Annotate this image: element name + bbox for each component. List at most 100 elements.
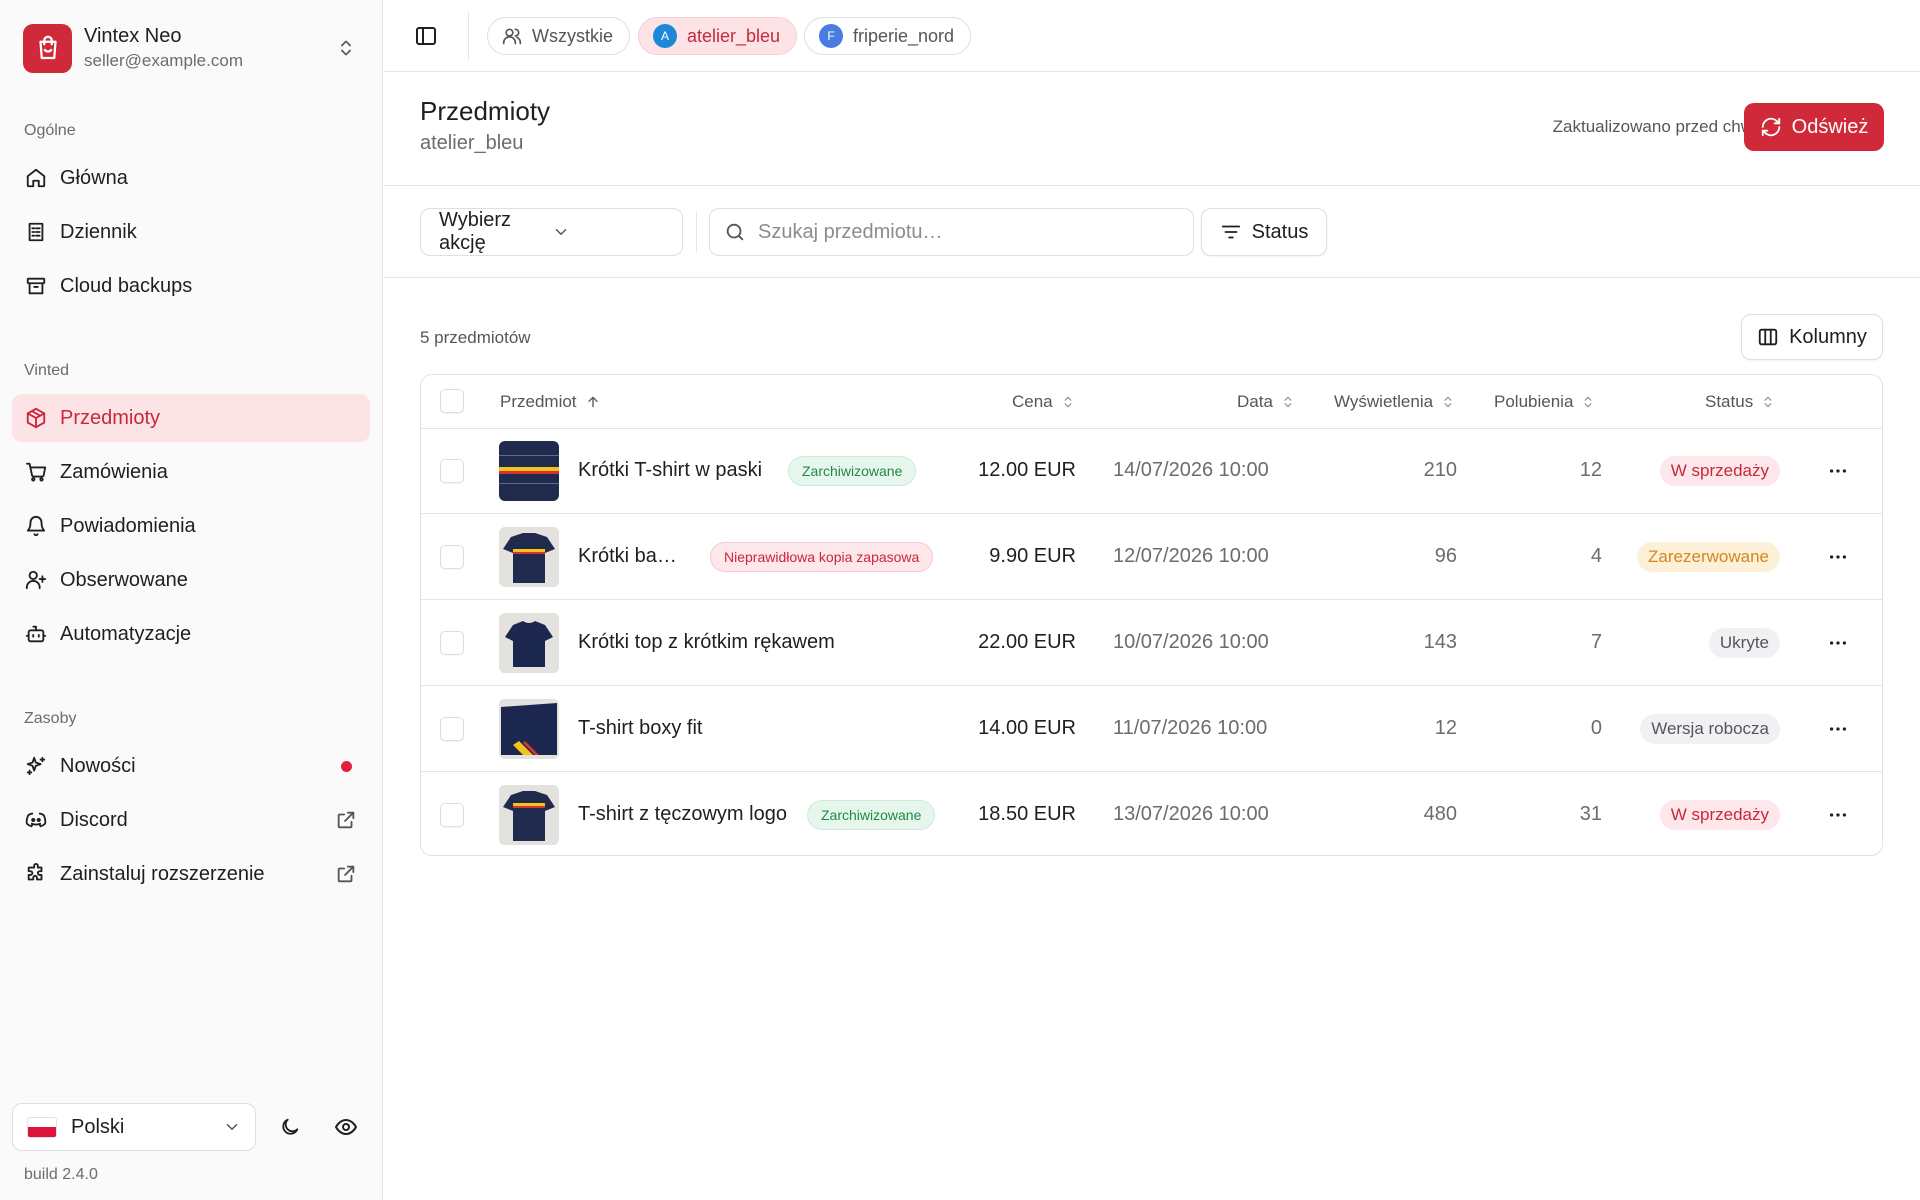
sidebar-item-label: Discord	[60, 808, 128, 831]
item-thumbnail	[499, 527, 559, 587]
language-select[interactable]: Polski	[12, 1103, 256, 1151]
column-header-likes[interactable]: Polubienia	[1494, 392, 1595, 412]
more-horizontal-icon	[1827, 804, 1849, 826]
sidebar-item-discord[interactable]: Discord	[12, 796, 370, 844]
refresh-icon	[1760, 116, 1782, 138]
sidebar-item-cloud-backups[interactable]: Cloud backups	[12, 262, 370, 310]
topbar: Wszystkie A atelier_bleu F friperie_nord	[384, 0, 1920, 72]
toolbar: Wybierz akcję Status	[384, 186, 1920, 278]
column-header-date[interactable]: Data	[1237, 392, 1295, 412]
chevrons-up-down-icon	[1761, 395, 1775, 409]
sidebar-item-install-extension[interactable]: Zainstaluj rozszerzenie	[12, 850, 370, 898]
privacy-toggle[interactable]	[326, 1107, 366, 1147]
refresh-button[interactable]: Odśwież	[1744, 103, 1884, 151]
table-row[interactable]: Krótki ba… Nieprawidłowa kopia zapasowa …	[421, 515, 1882, 600]
row-actions-button[interactable]	[1824, 543, 1852, 571]
search-input[interactable]	[758, 220, 1178, 244]
row-checkbox[interactable]	[440, 631, 464, 655]
table-row[interactable]: Krótki T-shirt w paski Zarchiwizowane 12…	[421, 429, 1882, 514]
item-views: 12	[1434, 717, 1457, 739]
sparkles-icon	[24, 754, 48, 778]
row-actions-button[interactable]	[1824, 801, 1852, 829]
chevrons-up-down-icon[interactable]	[331, 33, 361, 63]
table-row[interactable]: T-shirt boxy fit 14.00 EUR 11/07/2026 10…	[421, 687, 1882, 772]
brand-name: Vintex Neo	[84, 25, 182, 47]
moon-icon	[279, 1116, 301, 1138]
sidebar-item-label: Cloud backups	[60, 274, 193, 297]
sidebar-item-label: Automatyzacje	[60, 622, 192, 645]
external-link-icon	[334, 808, 358, 832]
brand-email: seller@example.com	[84, 51, 243, 70]
row-checkbox[interactable]	[440, 717, 464, 741]
account-chip-label: atelier_bleu	[687, 25, 781, 46]
account-switcher[interactable]: Vintex Neo seller@example.com	[23, 22, 361, 74]
row-checkbox[interactable]	[440, 459, 464, 483]
sidebar-item-news[interactable]: Nowości	[12, 742, 370, 790]
table-row[interactable]: Krótki top z krótkim rękawem 22.00 EUR 1…	[421, 601, 1882, 686]
column-header-views[interactable]: Wyświetlenia	[1334, 392, 1455, 412]
item-thumbnail	[499, 441, 559, 501]
sidebar-item-label: Nowości	[60, 754, 136, 777]
row-checkbox[interactable]	[440, 803, 464, 827]
sidebar-item-orders[interactable]: Zamówienia	[12, 448, 370, 496]
chevron-down-icon	[223, 1118, 241, 1136]
search-icon	[724, 221, 746, 243]
columns-button[interactable]: Kolumny	[1741, 314, 1883, 360]
bulk-action-select[interactable]: Wybierz akcję	[420, 208, 683, 256]
account-avatar: A	[653, 24, 677, 48]
item-price: 22.00 EUR	[978, 631, 1076, 653]
item-name[interactable]: Krótki T-shirt w paski	[578, 459, 762, 482]
sidebar-item-notifications[interactable]: Powiadomienia	[12, 502, 370, 550]
account-chip-all[interactable]: Wszystkie	[487, 17, 630, 55]
status-filter-button[interactable]: Status	[1201, 208, 1327, 256]
sidebar-item-logs[interactable]: Dziennik	[12, 208, 370, 256]
column-header-item[interactable]: Przedmiot	[500, 392, 601, 412]
page-header: Przedmioty atelier_bleu Zaktualizowano p…	[384, 72, 1920, 186]
item-price: 18.50 EUR	[978, 803, 1076, 825]
item-name[interactable]: T-shirt boxy fit	[578, 717, 702, 740]
sidebar-toggle-button[interactable]	[410, 20, 442, 52]
table-row[interactable]: T-shirt z tęczowym logo Zarchiwizowane 1…	[421, 773, 1882, 855]
status-badge: Wersja robocza	[1640, 714, 1780, 744]
bulk-action-label: Wybierz akcję	[439, 209, 512, 254]
column-header-price[interactable]: Cena	[1012, 392, 1075, 412]
chevrons-up-down-icon	[1281, 395, 1295, 409]
item-views: 143	[1423, 631, 1457, 653]
sidebar-item-followed[interactable]: Obserwowane	[12, 556, 370, 604]
sidebar-item-items[interactable]: Przedmioty	[12, 394, 370, 442]
item-date: 11/07/2026 10:00	[1113, 717, 1268, 739]
last-updated-text: Zaktualizowano przed chwilą	[1552, 117, 1770, 136]
home-icon	[24, 166, 48, 190]
page-subtitle: atelier_bleu	[420, 132, 524, 154]
status-badge: W sprzedaży	[1659, 800, 1780, 830]
column-header-status[interactable]: Status	[1705, 392, 1775, 412]
account-chip-atelier-bleu[interactable]: A atelier_bleu	[638, 17, 798, 55]
page-title: Przedmioty	[420, 96, 551, 126]
row-actions-button[interactable]	[1824, 629, 1852, 657]
section-label-vinted: Vinted	[24, 362, 70, 379]
brand-logo-icon	[23, 23, 72, 73]
row-checkbox[interactable]	[440, 545, 464, 569]
divider	[468, 12, 469, 60]
item-views: 96	[1434, 545, 1457, 567]
columns-icon	[1757, 326, 1779, 348]
item-name[interactable]: T-shirt z tęczowym logo	[578, 803, 787, 826]
sidebar-item-label: Zainstaluj rozszerzenie	[60, 862, 265, 885]
item-name[interactable]: Krótki top z krótkim rękawem	[578, 631, 835, 654]
row-actions-button[interactable]	[1824, 715, 1852, 743]
sidebar-item-label: Zamówienia	[60, 460, 168, 483]
select-all-checkbox[interactable]	[440, 389, 464, 413]
items-table: Przedmiot Cena Data Wyświetlenia Polubie…	[420, 374, 1883, 856]
account-chip-friperie-nord[interactable]: F friperie_nord	[804, 17, 972, 55]
bot-icon	[24, 622, 48, 646]
row-actions-button[interactable]	[1824, 457, 1852, 485]
divider	[696, 212, 697, 252]
account-chip-label: friperie_nord	[853, 25, 955, 46]
item-name[interactable]: Krótki ba…	[578, 545, 677, 568]
item-likes: 4	[1590, 545, 1602, 567]
items-count: 5 przedmiotów	[420, 328, 531, 347]
sidebar-item-home[interactable]: Główna	[12, 154, 370, 202]
dark-mode-toggle[interactable]	[270, 1107, 310, 1147]
sidebar-item-automations[interactable]: Automatyzacje	[12, 610, 370, 658]
chevron-down-icon	[552, 223, 665, 241]
